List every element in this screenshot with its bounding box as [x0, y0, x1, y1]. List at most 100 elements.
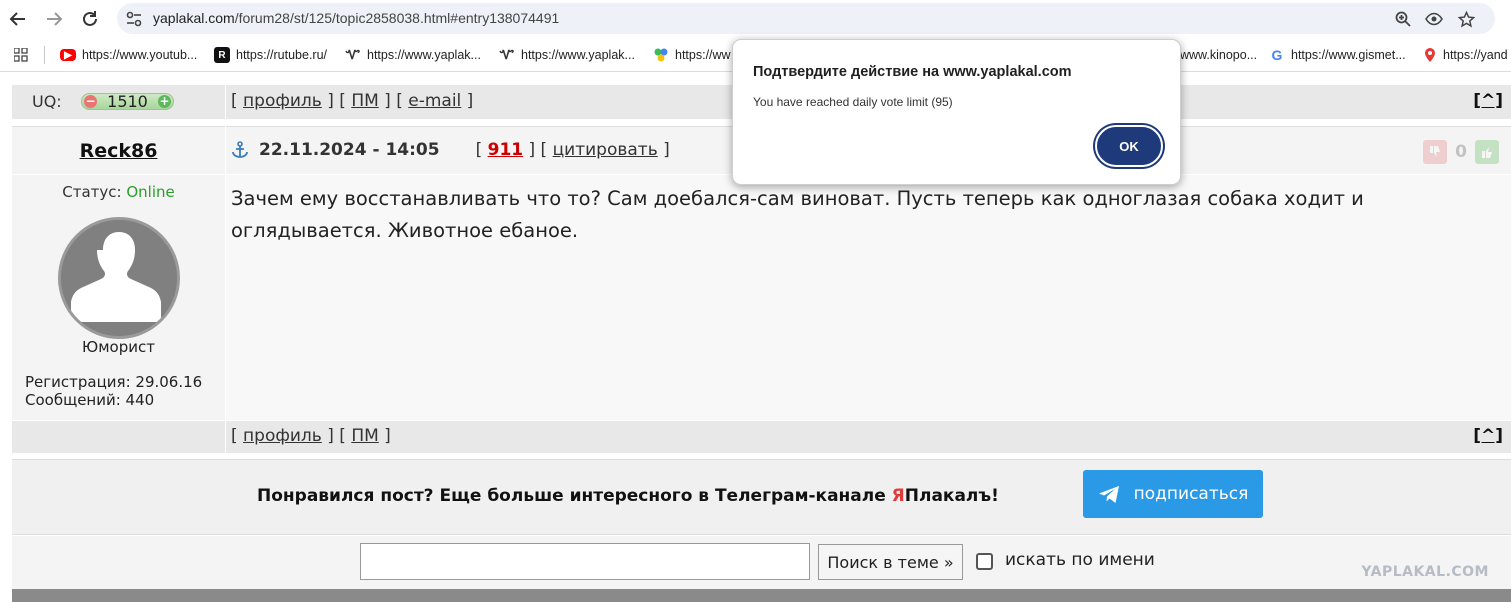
post-text: Зачем ему восстанавливать что то? Сам до…	[231, 187, 1364, 242]
promo-text: Понравился пост? Еще больше интересного …	[257, 486, 999, 506]
footer-left-cell	[12, 421, 225, 453]
forward-button[interactable]	[42, 7, 66, 31]
bookmarks-separator	[44, 46, 45, 64]
pm-link[interactable]: ПМ	[351, 91, 378, 111]
registration-date: Регистрация: 29.06.16	[25, 373, 203, 391]
post-content-cell: Зачем ему восстанавливать что то? Сам до…	[226, 175, 1511, 420]
author-status: Статус: Online	[12, 183, 225, 201]
bookmark-gismeteo[interactable]: G https://www.gismet...	[1269, 46, 1406, 64]
colorful-dots-icon	[654, 48, 668, 62]
bookmark-yaplakal-2[interactable]: Ꮙ https://www.yaplak...	[499, 46, 635, 64]
scroll-top-link[interactable]: [^]	[1473, 426, 1503, 446]
profile-link[interactable]: профиль	[243, 91, 322, 111]
g-letter-icon: G	[1271, 47, 1283, 63]
yaplakal-icon: Ꮙ	[345, 47, 361, 62]
telegram-promo: Понравился пост? Еще больше интересного …	[12, 459, 1511, 535]
bottom-links: [ профиль ] [ ПМ ]	[231, 426, 391, 446]
bookmark-label: www.kinopo...	[1180, 48, 1258, 62]
zoom-icon	[1395, 11, 1411, 27]
author-name-link[interactable]: Reck86	[12, 140, 225, 162]
uq-value: 1510	[107, 92, 148, 111]
quote-link[interactable]: цитировать	[553, 140, 658, 160]
bookmark-label: https://www.youtub...	[82, 48, 198, 62]
url-path: /forum28/st/125/topic2858038.html#entry1…	[234, 10, 560, 26]
uq-plus-icon[interactable]: +	[158, 95, 171, 108]
url-host: yaplakal.com	[153, 10, 235, 26]
post-number-link[interactable]: 911	[488, 140, 524, 160]
thumbs-down-icon[interactable]	[1423, 140, 1448, 164]
post-meta: 22.11.2024 - 14:05 [ 911 ] [ цитировать …	[231, 140, 670, 160]
apps-grid-icon[interactable]	[14, 48, 28, 62]
reload-button[interactable]	[78, 7, 102, 31]
map-pin-icon	[1425, 48, 1435, 62]
zoom-button[interactable]	[1393, 9, 1413, 29]
topic-search-button[interactable]: Поиск в теме »	[818, 544, 963, 580]
back-button[interactable]	[6, 7, 30, 31]
dialog-message: You have reached daily vote limit (95)	[753, 95, 953, 109]
bookmark-colorful[interactable]: https://ww	[653, 46, 731, 64]
message-count: Сообщений: 440	[25, 391, 155, 409]
arrow-left-icon	[9, 12, 25, 26]
reload-icon	[83, 11, 97, 26]
url-text: yaplakal.com/forum28/st/125/topic2858038…	[153, 10, 559, 26]
address-bar[interactable]: yaplakal.com/forum28/st/125/topic2858038…	[117, 3, 1495, 34]
dialog-ok-button[interactable]: OK	[1095, 125, 1163, 167]
youtube-icon: ▶	[60, 49, 76, 61]
author-info: Статус: Online Юморист Регистрация: 29.0…	[12, 175, 225, 420]
anchor-icon[interactable]	[231, 141, 249, 159]
topic-search: Поиск в теме » искать по имени YAPLAKAL.…	[12, 536, 1511, 589]
author-cell: Reck86	[12, 126, 225, 174]
bookmark-label: https://rutube.ru/	[236, 48, 328, 62]
bookmark-rutube[interactable]: R https://rutube.ru/	[214, 46, 327, 64]
promo-brand-letter: Я	[891, 486, 905, 506]
avatar[interactable]	[58, 217, 180, 339]
page-bottom-bar	[12, 589, 1511, 602]
browser-toolbar: yaplakal.com/forum28/st/125/topic2858038…	[0, 0, 1511, 38]
bookmark-kinopoisk[interactable]: www.kinopo...	[1180, 46, 1257, 64]
author-meta: Регистрация: 29.06.16 Сообщений: 440	[25, 373, 202, 409]
scroll-top-link[interactable]: [^]	[1473, 91, 1503, 111]
dialog-title: Подтвердите действие на www.yaplakal.com	[753, 64, 1072, 80]
site-watermark: YAPLAKAL.COM	[1361, 564, 1489, 580]
confirm-dialog: Подтвердите действие на www.yaplakal.com…	[732, 39, 1181, 185]
bookmark-yaplakal-1[interactable]: Ꮙ https://www.yaplak...	[345, 46, 481, 64]
bookmark-label: https://www.yaplak...	[521, 48, 635, 62]
bookmark-youtube[interactable]: ▶ https://www.youtub...	[60, 46, 197, 64]
author-rank: Юморист	[82, 338, 155, 356]
status-online: Online	[126, 183, 175, 201]
bookmark-label: https://www.yaplak...	[367, 48, 481, 62]
status-label: Статус:	[62, 183, 122, 201]
user-silhouette-icon	[61, 220, 177, 336]
email-link[interactable]: e-mail	[408, 91, 461, 111]
search-by-name-checkbox[interactable]	[976, 553, 993, 570]
site-settings-icon[interactable]	[125, 10, 143, 28]
bookmark-label: https://ww	[675, 48, 731, 62]
telegram-subscribe-button[interactable]: подписаться	[1083, 470, 1263, 518]
post-footer: [ профиль ] [ ПМ ] [^]	[12, 421, 1511, 453]
bookmark-yandex[interactable]: https://yand	[1423, 46, 1508, 64]
uq-minus-icon[interactable]: −	[84, 95, 97, 108]
uq-label: UQ:	[32, 92, 62, 111]
search-by-name-label[interactable]: искать по имени	[1005, 550, 1155, 570]
telegram-plane-icon	[1098, 485, 1119, 503]
topic-search-input[interactable]	[360, 543, 810, 580]
eye-icon	[1425, 12, 1443, 26]
bookmark-star-button[interactable]	[1456, 9, 1476, 29]
post-date: 22.11.2024 - 14:05	[259, 140, 440, 160]
post-votes: 0	[1423, 140, 1499, 164]
reading-mode-button[interactable]	[1424, 9, 1444, 29]
vote-count: 0	[1455, 142, 1467, 162]
promo-brand-name: Плакалъ!	[904, 486, 999, 506]
rutube-icon: R	[214, 47, 230, 63]
post-body: Статус: Online Юморист Регистрация: 29.0…	[12, 175, 1511, 420]
pm-link[interactable]: ПМ	[351, 426, 378, 446]
thumbs-up-icon[interactable]	[1475, 140, 1499, 164]
yaplakal-icon: Ꮙ	[499, 47, 515, 62]
bookmark-label: https://yand	[1443, 48, 1508, 62]
subscribe-label: подписаться	[1133, 484, 1249, 504]
arrow-right-icon	[47, 12, 63, 26]
footer-links-cell: [ профиль ] [ ПМ ] [^]	[226, 421, 1511, 453]
profile-link[interactable]: профиль	[243, 426, 322, 446]
bookmark-label: https://www.gismet...	[1291, 48, 1406, 62]
promo-text-main: Понравился пост? Еще больше интересного …	[257, 486, 892, 506]
